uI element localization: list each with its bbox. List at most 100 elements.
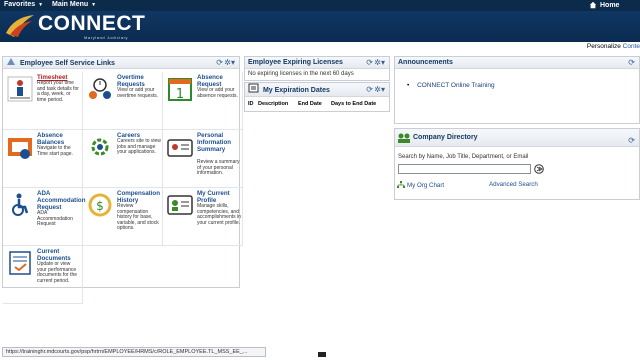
note-icon [248, 83, 259, 93]
directory-panel-title: Company Directory [413, 134, 478, 141]
org-chart-icon [397, 181, 405, 188]
search-go-icon[interactable] [534, 164, 544, 174]
tile-description: ADA Accommodation Request [37, 210, 73, 228]
tile-my-current-profile[interactable]: My Current Profile Manage skills, compet… [163, 188, 243, 246]
tile-description: Manage skills, competencies, and accompl… [197, 203, 241, 226]
document-icon [9, 251, 31, 275]
advanced-search-link[interactable]: Advanced Search [489, 181, 538, 188]
expiration-table-header: ID Description End Date Days to End Date [245, 99, 389, 111]
tile-title: Personal Information Summary [197, 132, 232, 153]
expiration-dates-panel: My Expiration Dates ⟳ ✲▾ ID Description … [244, 82, 390, 112]
announcements-panel-title: Announcements [398, 59, 453, 66]
tile-title: My Current Profile [197, 190, 230, 204]
tile-description: Update or view your performance document… [37, 261, 78, 284]
tile-absence-request[interactable]: 1 Absence Request View or add your absen… [163, 72, 243, 130]
tile-title: Current Documents [37, 248, 71, 262]
svg-text:$: $ [96, 199, 104, 213]
expiring-licenses-panel: Employee Expiring Licenses ⟳ ✲▾ No expir… [244, 56, 390, 81]
home-label: Home [600, 1, 620, 9]
options-icon[interactable]: ✲▾ [374, 83, 385, 97]
home-icon [589, 1, 597, 9]
announcements-panel-header: Announcements ⟳ [395, 57, 639, 69]
bullet-icon: • [407, 82, 410, 89]
announcement-item[interactable]: • CONNECT Online Training [407, 82, 495, 89]
tile-compensation-history[interactable]: $ Compensation History Review compensati… [83, 188, 163, 246]
refresh-icon[interactable]: ⟳ [216, 57, 223, 69]
brand-subtitle: Maryland Judiciary [84, 35, 129, 40]
column-header: Days to End Date [331, 101, 377, 107]
timesheet-icon [7, 76, 33, 102]
column-header: End Date [298, 101, 322, 107]
wheelchair-icon [12, 193, 29, 216]
tile-description: View or add your overtime requests. [117, 87, 159, 99]
tile-description: Report your time and task details for a … [37, 80, 79, 103]
link-icon [7, 58, 15, 65]
compensation-icon: $ [88, 193, 112, 217]
tile-current-documents[interactable]: Current Documents Update or view your pe… [3, 246, 83, 304]
main-menu[interactable]: Main Menu ▼ [52, 1, 96, 8]
ess-panel-title: Employee Self Service Links [19, 60, 115, 67]
tile-description: Careers site to view jobs and manage you… [117, 138, 161, 156]
people-icon [398, 133, 410, 143]
tile-careers[interactable]: Careers Careers site to view jobs and ma… [83, 130, 163, 188]
licenses-panel-title: Employee Expiring Licenses [248, 59, 343, 66]
status-bar-url: https://traininghr.mdcourts.gov/psp/hrtr… [2, 347, 266, 357]
org-chart-link[interactable]: My Org Chart [397, 181, 444, 189]
chevron-down-icon: ▼ [91, 1, 97, 8]
column-header: Description [258, 101, 289, 107]
brand-title: CONNECT [38, 12, 146, 35]
connect-logo-icon [6, 15, 34, 37]
tile-ada-accommodation-request[interactable]: ADA Accommodation Request ADA Accommodat… [3, 188, 86, 246]
tile-description: Review a summary of your personal inform… [197, 159, 240, 177]
column-header: ID [248, 101, 254, 107]
licenses-message: No expiring licenses in the next 60 days [248, 71, 354, 77]
personalize-bar: Personalize Conte [587, 43, 640, 50]
favorites-menu[interactable]: Favorites ▼ [4, 1, 43, 8]
directory-search-label: Search by Name, Job Title, Department, o… [398, 154, 529, 160]
calendar-icon: 1 [168, 78, 192, 102]
favorites-label: Favorites [4, 1, 36, 8]
tile-description: Review compensation history for base, va… [117, 203, 159, 232]
ess-links-panel: Employee Self Service Links ⟳ ✲▾ Timeshe… [2, 56, 243, 304]
top-nav-bar: Favorites ▼ Main Menu ▼ Home [0, 0, 640, 11]
options-icon[interactable]: ✲▾ [374, 57, 385, 69]
expiration-panel-title: My Expiration Dates [262, 87, 330, 94]
expiration-panel-header: My Expiration Dates ⟳ ✲▾ [245, 83, 389, 97]
chevron-down-icon: ▼ [38, 1, 44, 8]
tile-absence-balances[interactable]: Absence Balances Navigate to the Time st… [3, 130, 83, 188]
personalize-label: Personalize [586, 43, 621, 50]
options-icon[interactable]: ✲▾ [224, 57, 235, 69]
careers-icon [91, 138, 109, 156]
balance-icon [8, 138, 32, 159]
tile-description: View or add your absence requests. [197, 87, 238, 99]
announcements-panel: Announcements ⟳ • CONNECT Online Trainin… [394, 56, 640, 124]
personalize-content-link[interactable]: Conte [623, 43, 640, 50]
tile-title: ADA Accommodation Request [37, 190, 86, 211]
org-chart-label: My Org Chart [407, 181, 445, 189]
tile-title: Overtime Requests [117, 74, 145, 88]
home-link[interactable]: Home [589, 1, 619, 9]
tile-description: Navigate to the Time start page. [37, 145, 73, 157]
company-directory-panel: Company Directory ⟳ Search by Name, Job … [394, 128, 640, 200]
tile-title: Compensation History [117, 190, 160, 204]
tile-personal-information-summary[interactable]: Personal Information Summary Review a su… [163, 130, 243, 188]
svg-text:1: 1 [176, 87, 184, 102]
tile-title: Absence Balances [37, 132, 65, 146]
directory-search-input[interactable] [398, 164, 531, 174]
refresh-icon[interactable]: ⟳ [366, 83, 373, 97]
horizontal-scrollbar[interactable] [318, 352, 326, 357]
refresh-icon[interactable]: ⟳ [366, 57, 373, 69]
announcement-link: CONNECT Online Training [417, 82, 495, 89]
tile-title: Absence Request [197, 74, 223, 88]
refresh-icon[interactable]: ⟳ [628, 132, 635, 150]
overtime-icon [89, 78, 111, 99]
profile-icon [167, 195, 193, 215]
licenses-panel-header: Employee Expiring Licenses ⟳ ✲▾ [245, 57, 389, 69]
main-menu-label: Main Menu [52, 1, 89, 8]
tile-timesheet[interactable]: Timesheet Report your time and task deta… [3, 72, 83, 130]
ess-panel-header: Employee Self Service Links ⟳ ✲▾ [3, 57, 239, 69]
id-card-icon [167, 139, 193, 157]
refresh-icon[interactable]: ⟳ [628, 57, 635, 69]
directory-panel-header: Company Directory ⟳ [395, 129, 639, 147]
tile-overtime-requests[interactable]: Overtime Requests View or add your overt… [83, 72, 163, 130]
